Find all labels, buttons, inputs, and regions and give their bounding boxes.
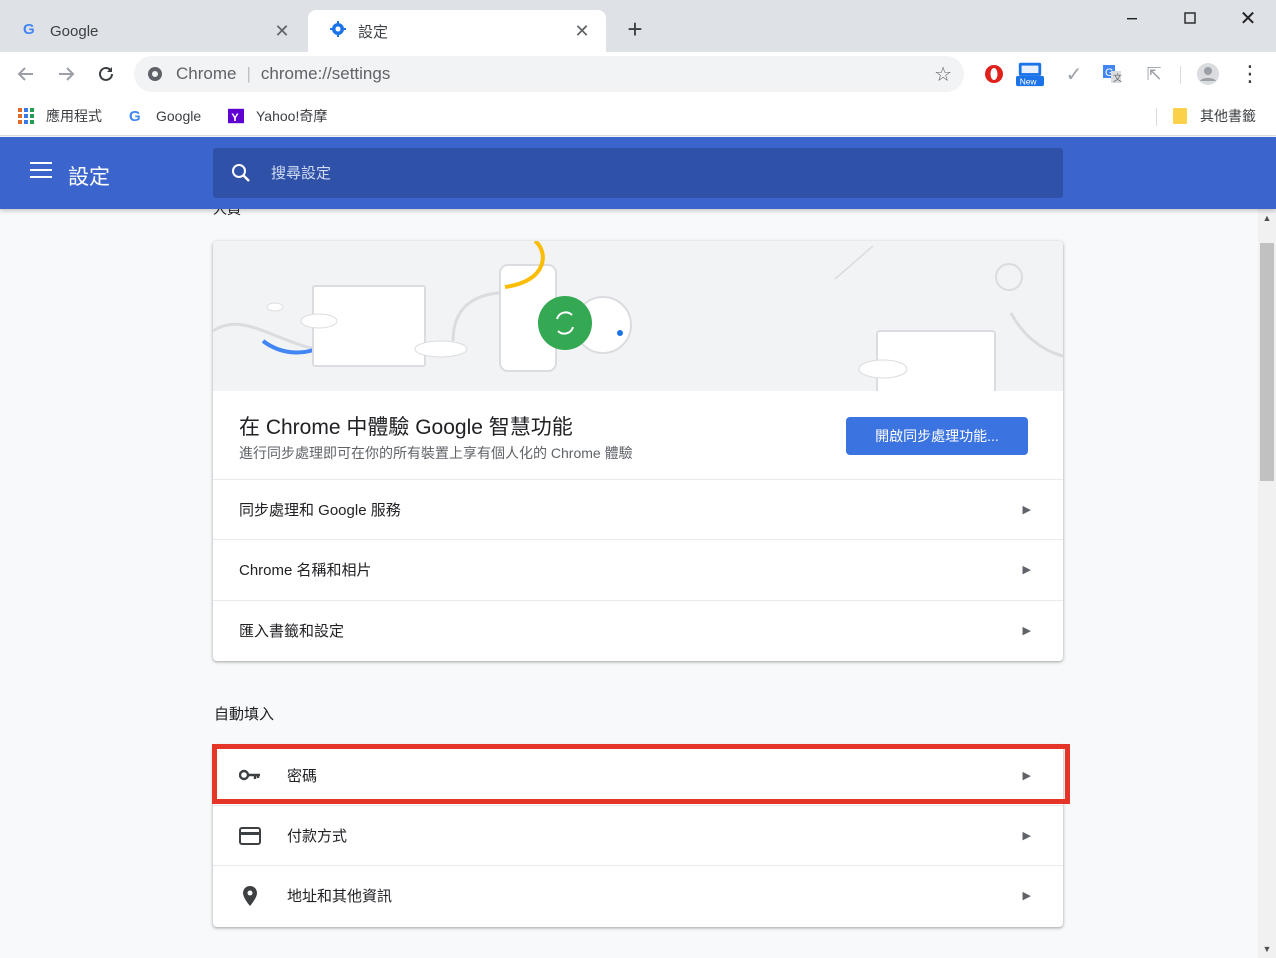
row-chrome-name-photo[interactable]: Chrome 名稱和相片 ▶ <box>213 539 1063 599</box>
row-label: 付款方式 <box>287 828 348 845</box>
bookmarks-bar: 應用程式 G Google Y Yahoo!奇摩 其他書籤 <box>0 96 1276 136</box>
check-icon[interactable]: ✓ <box>1060 60 1088 88</box>
row-sync-services[interactable]: 同步處理和 Google 服務 ▶ <box>213 479 1063 539</box>
origin-separator: | <box>246 64 251 83</box>
tab-title: Google <box>50 22 99 40</box>
chevron-right-icon: ▶ <box>1022 504 1031 516</box>
bookmark-yahoo[interactable]: Y Yahoo!奇摩 <box>228 106 327 126</box>
svg-text:文: 文 <box>1113 72 1122 84</box>
yahoo-icon: Y <box>228 108 244 124</box>
bookmarks-divider <box>1156 108 1157 126</box>
settings-header: 設定 <box>0 137 1276 209</box>
row-import-bookmarks[interactable]: 匯入書籤和設定 ▶ <box>213 600 1063 660</box>
reload-icon <box>99 66 113 81</box>
page-title: 設定 <box>68 166 110 189</box>
chevron-right-icon: ▶ <box>1022 625 1031 637</box>
tab-strip: G Google ✕ 設定 ✕ + ✕ <box>0 0 1276 52</box>
apps-grid-icon <box>18 108 34 124</box>
bookmark-apps[interactable]: 應用程式 <box>18 106 102 126</box>
back-button[interactable] <box>10 58 42 90</box>
credit-card-icon <box>239 825 261 847</box>
chevron-right-icon: ▶ <box>1022 890 1031 902</box>
people-card: 在 Chrome 中體驗 Google 智慧功能 進行同步處理即可在你的所有裝置… <box>213 241 1063 661</box>
profile-avatar[interactable] <box>1194 60 1222 88</box>
chrome-site-icon <box>148 67 162 81</box>
svg-text:Y: Y <box>231 112 239 124</box>
promo-title: 在 Chrome 中體驗 Google 智慧功能 <box>239 416 573 439</box>
sync-illustration <box>213 241 1063 391</box>
maximize-button[interactable] <box>1162 2 1218 34</box>
tab-settings[interactable]: 設定 ✕ <box>308 10 606 52</box>
person-icon <box>1197 63 1219 85</box>
turn-on-sync-button[interactable]: 開啟同步處理功能... <box>846 417 1028 455</box>
svg-text:G: G <box>23 21 35 37</box>
close-tab-icon[interactable]: ✕ <box>572 21 592 42</box>
tab-google[interactable]: G Google ✕ <box>0 10 306 52</box>
toolbar-divider <box>1180 66 1181 84</box>
folder-icon <box>1172 108 1188 124</box>
address-bar[interactable]: Chrome | chrome://settings ☆ <box>134 56 964 92</box>
row-passwords[interactable]: 密碼 ▶ <box>213 745 1063 805</box>
close-window-button[interactable]: ✕ <box>1220 2 1276 34</box>
chevron-right-icon: ▶ <box>1022 769 1031 782</box>
bookmark-label: 其他書籤 <box>1200 108 1256 124</box>
maximize-icon <box>1184 12 1196 24</box>
scrollbar-thumb[interactable] <box>1260 243 1274 481</box>
row-label: 密碼 <box>287 767 318 785</box>
browser-toolbar: Chrome | chrome://settings ☆ New ✓ G文 ⇱ … <box>0 52 1276 96</box>
svg-text:G: G <box>129 108 141 124</box>
key-icon <box>239 764 261 786</box>
row-label: 匯入書籤和設定 <box>239 623 345 640</box>
chevron-right-icon: ▶ <box>1022 564 1031 576</box>
google-g-icon: G <box>22 21 38 41</box>
row-label: 同步處理和 Google 服務 <box>239 502 401 519</box>
new-badge-text: New <box>1020 76 1038 86</box>
bookmark-label: 應用程式 <box>46 108 102 124</box>
bookmark-google[interactable]: G Google <box>128 106 201 126</box>
section-heading-people: 人員 <box>213 209 241 217</box>
autofill-card: 密碼 ▶ 付款方式 ▶ 地址和其他資訊 ▶ <box>213 745 1063 927</box>
promo-subtitle: 進行同步處理即可在你的所有裝置上享有個人化的 Chrome 體驗 <box>239 445 633 461</box>
reload-button[interactable] <box>90 58 122 90</box>
bookmark-star-icon[interactable]: ☆ <box>934 62 952 87</box>
forward-button[interactable] <box>50 58 82 90</box>
scroll-down-arrow-icon[interactable]: ▼ <box>1258 944 1276 954</box>
search-icon <box>231 163 251 183</box>
row-payment-methods[interactable]: 付款方式 ▶ <box>213 805 1063 865</box>
arrow-right-icon <box>59 67 75 81</box>
section-heading-autofill: 自動填入 <box>214 706 275 723</box>
translate-icon[interactable]: G文 <box>1098 60 1126 88</box>
more-vert-icon[interactable]: ⋮ <box>1236 60 1264 88</box>
close-tab-icon[interactable]: ✕ <box>272 21 292 42</box>
row-addresses[interactable]: 地址和其他資訊 ▶ <box>213 865 1063 925</box>
bookmark-other[interactable]: 其他書籤 <box>1172 106 1256 126</box>
scrollbar[interactable]: ▲ ▼ <box>1258 209 1276 958</box>
tab-title: 設定 <box>358 23 389 41</box>
menu-icon[interactable] <box>30 162 52 184</box>
row-label: 地址和其他資訊 <box>287 888 393 905</box>
location-pin-icon <box>239 885 261 907</box>
row-label: Chrome 名稱和相片 <box>239 562 372 579</box>
search-input[interactable] <box>271 164 1031 182</box>
new-tab-button[interactable]: + <box>622 14 648 44</box>
new-badge-icon[interactable]: New <box>1016 60 1044 88</box>
opera-icon[interactable] <box>980 60 1008 88</box>
arrow-left-icon <box>17 67 33 81</box>
minimize-button[interactable] <box>1104 2 1160 34</box>
bookmark-label: Google <box>156 108 202 124</box>
bookmark-label: Yahoo!奇摩 <box>256 108 328 124</box>
chevron-right-icon: ▶ <box>1022 830 1031 842</box>
google-g-icon: G <box>128 108 144 124</box>
scroll-up-arrow-icon[interactable]: ▲ <box>1258 213 1276 223</box>
minimize-icon <box>1127 18 1137 20</box>
origin-label: Chrome <box>176 64 237 83</box>
url-text: chrome://settings <box>260 64 391 83</box>
gear-icon <box>330 21 346 41</box>
settings-content: 人員 在 Chrome 中體驗 Google 智慧功能 進行同步處理即可在你的所… <box>0 209 1258 958</box>
settings-search[interactable] <box>213 148 1063 198</box>
cursor-icon[interactable]: ⇱ <box>1140 60 1168 88</box>
